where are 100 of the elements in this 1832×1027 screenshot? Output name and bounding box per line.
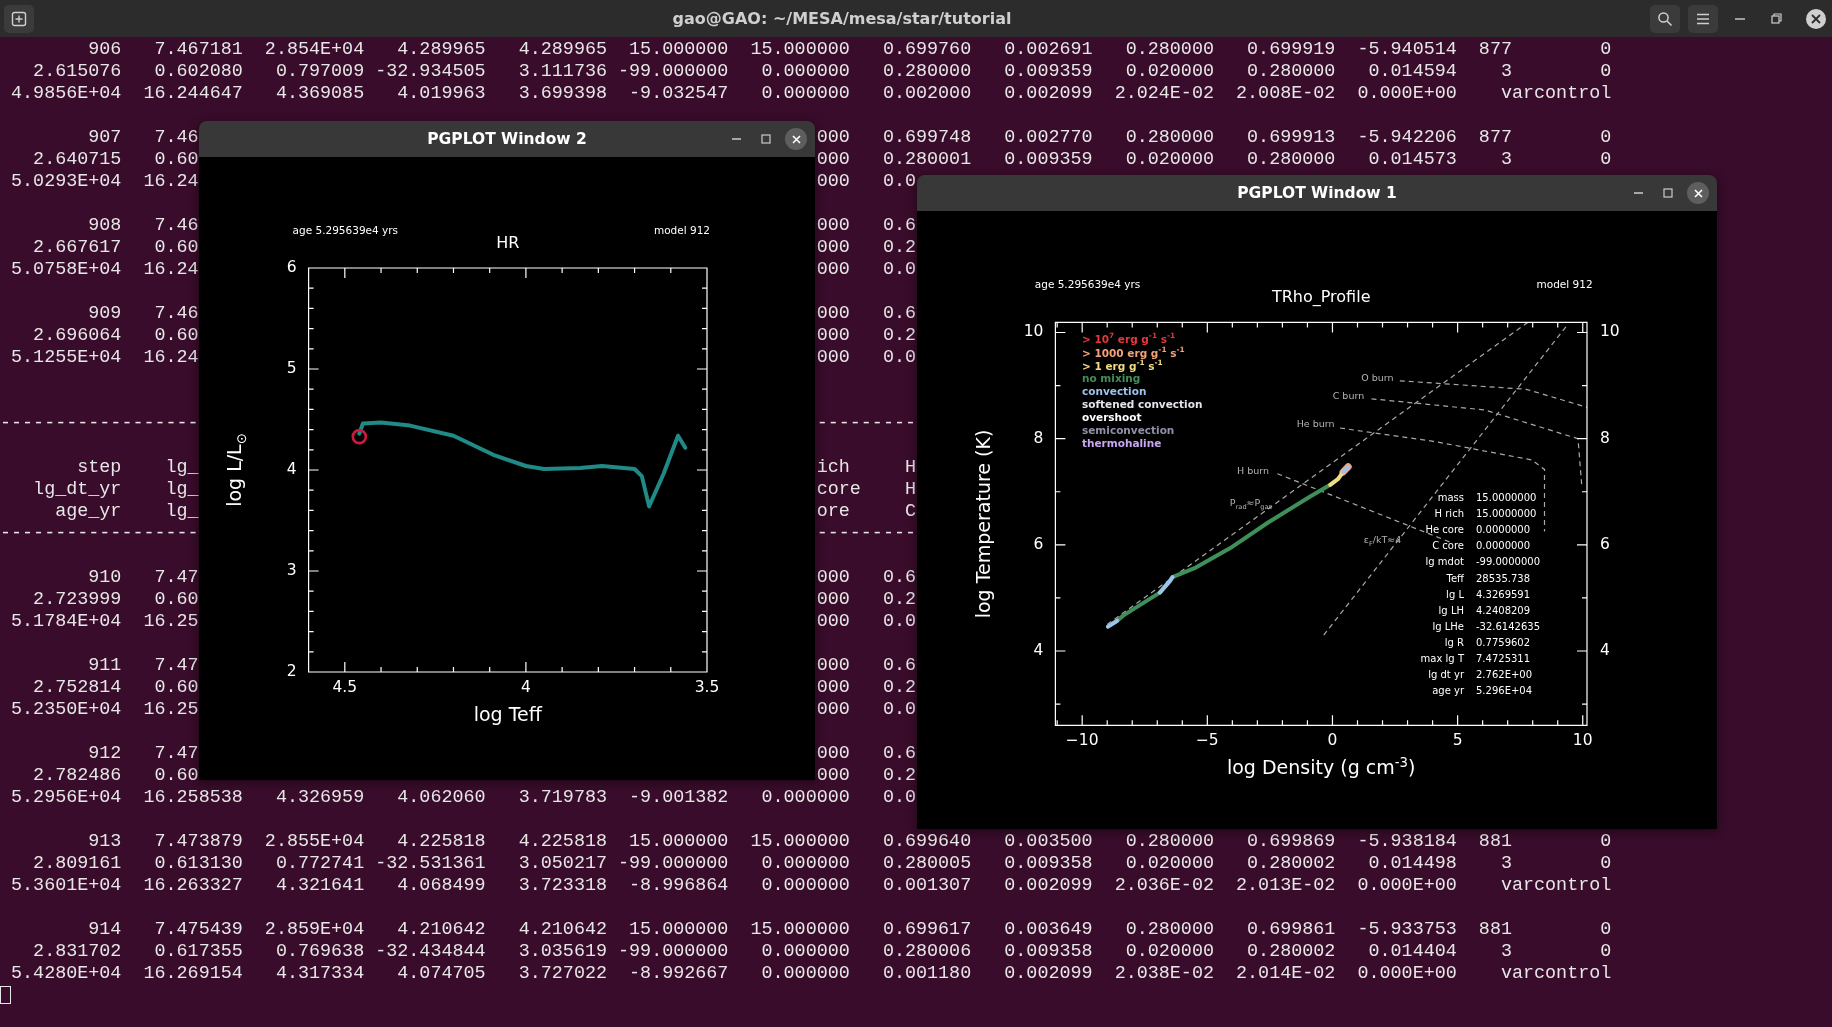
curve-label: C burn xyxy=(1332,390,1365,401)
info-label: H rich xyxy=(1434,507,1464,519)
terminal-text: 000 0.2 xyxy=(816,589,916,610)
terminal-text: 2.752814 0.60 xyxy=(32,677,199,698)
terminal-text: 2.640715 0.60 xyxy=(32,149,199,170)
age-caption: age 5.295639e4 yrs xyxy=(1034,278,1141,291)
curve-label: H burn xyxy=(1237,465,1270,476)
legend-label: > 1 erg g$^{-1}$ s$^{-1}$ xyxy=(1082,359,1163,373)
terminal-text: 2.831702 0.617355 0.769638 -32.434844 3.035619 -99.000000 0.000000 0.280006 0.009358 0.020000 0.280002 0.014404 3 0 xyxy=(32,941,1612,962)
legend-label: > 10$^{7}$ erg g$^{-1}$ s$^{-1}$ xyxy=(1082,332,1176,346)
legend-label: semiconvection xyxy=(1082,425,1175,437)
terminal-text: 2.667617 0.60 xyxy=(32,237,199,258)
terminal-text: --------- xyxy=(816,523,916,544)
info-label: mass xyxy=(1437,491,1464,503)
tick-label: 5 xyxy=(286,360,297,378)
terminal-text: 000 0.6 xyxy=(816,655,916,676)
terminal-text: 000 0.2 xyxy=(816,237,916,258)
tick-label: 10 xyxy=(1572,732,1593,750)
terminal-text: 907 7.46 xyxy=(87,127,199,148)
terminal-text: 2.723999 0.60 xyxy=(32,589,199,610)
tick-label: 4 xyxy=(286,461,297,479)
tick-label: 2 xyxy=(286,663,297,681)
terminal-text: ore C xyxy=(816,501,916,522)
terminal-text: 000 0.2 xyxy=(816,325,916,346)
tick-label: 6 xyxy=(1600,536,1610,554)
terminal-text: 911 7.47 xyxy=(87,655,199,676)
tick-label: 4.5 xyxy=(332,679,358,697)
axis-title: log Density (g cm$^{-3}$) xyxy=(1226,755,1416,779)
terminal-text: 912 7.47 xyxy=(87,743,199,764)
info-label: C core xyxy=(1432,539,1464,551)
axis-title: log Temperature (K) xyxy=(972,429,994,619)
terminal-text: 000 0.6 xyxy=(816,215,916,236)
curve-label: O burn xyxy=(1361,372,1394,383)
terminal-text: 910 7.47 xyxy=(87,567,199,588)
terminal-text: 5.0293E+04 16.24 xyxy=(10,171,199,192)
terminal-text: core H xyxy=(816,479,916,500)
info-value: 15.0000000 xyxy=(1476,507,1537,519)
terminal-text: lg_dt_yr lg_ xyxy=(32,479,199,500)
tick-label: 6 xyxy=(1033,536,1044,554)
terminal-text: 2.809161 0.613130 0.772741 -32.531361 3.050217 -99.000000 0.000000 0.280005 0.009358 0.020000 0.280002 0.014498 3 0 xyxy=(32,853,1612,874)
tick-label: 3 xyxy=(286,562,297,580)
terminal-text: 000 0.6 xyxy=(816,567,916,588)
terminal-text: 906 7.467181 2.854E+04 4.289965 4.289965 15.000000 15.000000 0.699760 0.002691 0.280000 0.699919 -5.940514 877 0 xyxy=(87,39,1612,60)
terminal-text: 5.1784E+04 16.25 xyxy=(10,611,199,632)
info-value: 4.2408209 xyxy=(1476,604,1531,616)
terminal-text: 000 0.0 xyxy=(816,171,916,192)
window-title: PGPLOT Window 2 xyxy=(427,130,587,148)
terminal-text: 000 0.699748 0.002770 0.280000 0.699913 -5.942206 877 0 xyxy=(816,127,1612,148)
tick-label: 4 xyxy=(1600,642,1610,660)
legend-label: thermohaline xyxy=(1082,438,1162,450)
info-value: 0.7759602 xyxy=(1476,636,1531,648)
legend-label: convection xyxy=(1082,386,1147,398)
info-value: 4.3269591 xyxy=(1476,588,1531,600)
info-label: lg LH xyxy=(1438,604,1464,616)
terminal-text: 000 0.2 xyxy=(816,765,916,786)
tick-label: 3.5 xyxy=(694,679,720,697)
info-label: age yr xyxy=(1432,684,1464,696)
terminal-text: 000 0.6 xyxy=(816,303,916,324)
info-label: lg L xyxy=(1446,588,1464,600)
info-value: 0.0000000 xyxy=(1476,539,1531,551)
tick-label: −10 xyxy=(1065,732,1099,750)
info-label: lg dt yr xyxy=(1428,668,1464,680)
legend-label: softened convection xyxy=(1082,399,1203,411)
terminal-text: 4.9856E+04 16.244647 4.369085 4.019963 3.699398 -9.032547 0.000000 0.002000 0.002099 2.024E-02 2.008E-02 0.000E+00 varcontrol xyxy=(10,83,1612,104)
terminal-text: 2.696064 0.60 xyxy=(32,325,199,346)
terminal-text: 908 7.46 xyxy=(87,215,199,236)
chart-title: TRho_Profile xyxy=(1271,287,1371,306)
info-label: max lg T xyxy=(1420,652,1464,664)
tick-label: 10 xyxy=(1600,323,1620,341)
age-caption: age 5.295639e4 yrs xyxy=(292,224,399,237)
terminal-text: 000 0.0 xyxy=(816,611,916,632)
terminal-text: 5.2956E+04 16.258538 4.326959 4.062060 3.719783 -9.001382 0.000000 0.0 xyxy=(10,787,916,808)
terminal-text: step lg_ xyxy=(76,457,199,478)
curve-label: P$_{rad}$≈P$_{gas}$ xyxy=(1229,498,1273,512)
tick-label: 0 xyxy=(1327,732,1338,750)
axis-title: log Teff xyxy=(473,703,542,725)
info-label: lg mdot xyxy=(1425,555,1464,567)
terminal-text: 914 7.475439 2.859E+04 4.210642 4.210642 15.000000 15.000000 0.699617 0.003649 0.280000 0.699861 -5.933753 881 0 xyxy=(87,919,1612,940)
chart-title: HR xyxy=(496,234,520,252)
tick-label: 5 xyxy=(1452,732,1463,750)
terminal-text: 5.3601E+04 16.263327 4.321641 4.068499 3.723318 -8.996864 0.000000 0.001307 0.002099 2.036E-02 2.013E-02 0.000E+00 varcontrol xyxy=(10,875,1612,896)
legend-label: overshoot xyxy=(1082,412,1142,424)
tick-label: 10 xyxy=(1023,323,1044,341)
terminal-text: 909 7.46 xyxy=(87,303,199,324)
tick-label: 8 xyxy=(1600,430,1610,448)
legend-label: > 1000 erg g$^{-1}$ s$^{-1}$ xyxy=(1082,346,1185,359)
terminal-text: 5.0758E+04 16.24 xyxy=(10,259,199,280)
info-label: Teff xyxy=(1446,572,1464,583)
terminal-text: 000 0.0 xyxy=(816,347,916,368)
terminal-text: 000 0.6 xyxy=(816,743,916,764)
terminal-text: 000 0.280001 0.009359 0.020000 0.280000 0.014573 3 0 xyxy=(816,149,1612,170)
info-value: 2.762E+00 xyxy=(1476,668,1533,680)
terminal-text: 5.2350E+04 16.25 xyxy=(10,699,199,720)
model-caption: model 912 xyxy=(653,224,710,237)
terminal-text: 2.782486 0.60 xyxy=(32,765,199,786)
terminal-text: 000 0.0 xyxy=(816,699,916,720)
terminal-text: ------------------ xyxy=(0,523,199,544)
info-value: 5.296E+04 xyxy=(1476,684,1533,696)
info-label: lg LHe xyxy=(1432,620,1464,632)
window-title: PGPLOT Window 1 xyxy=(1237,184,1397,202)
